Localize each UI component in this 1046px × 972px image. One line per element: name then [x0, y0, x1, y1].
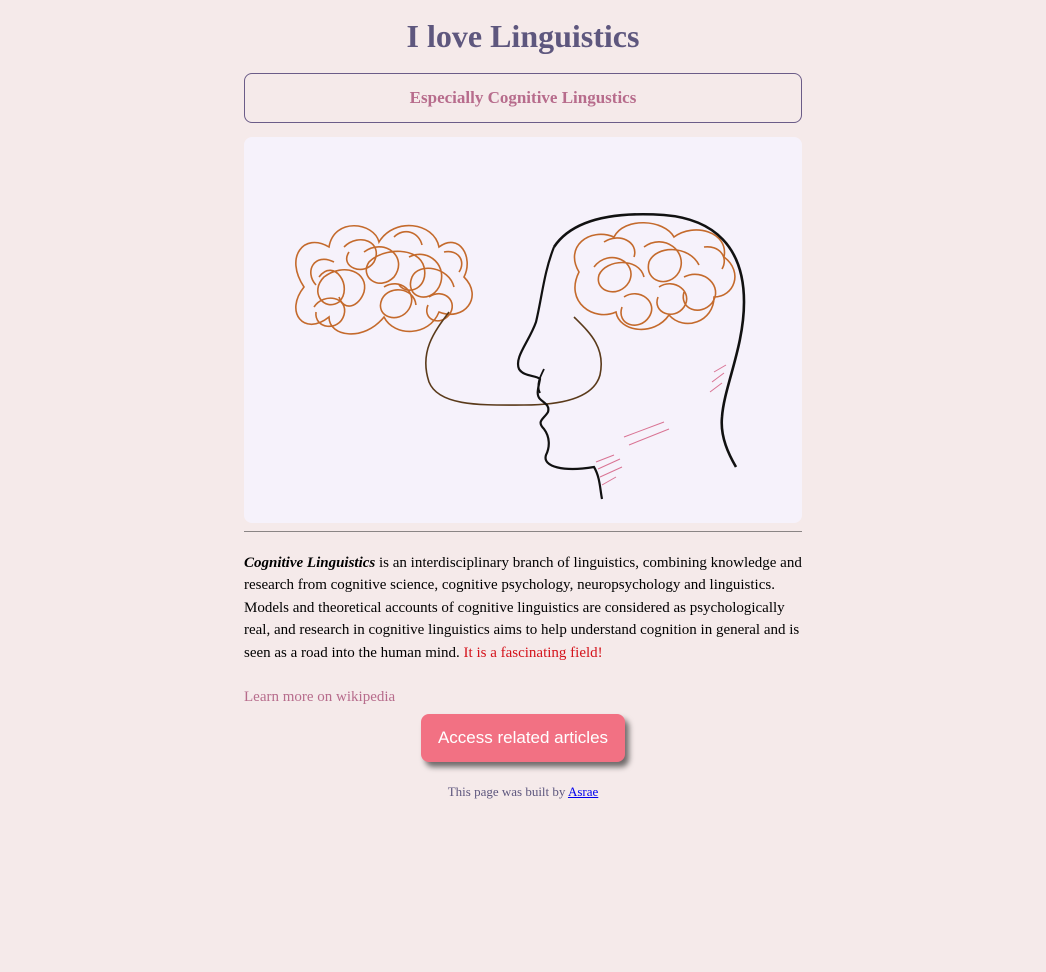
- subtitle-box: Especially Cognitive Lingustics: [244, 73, 802, 123]
- description-term: Cognitive Linguistics: [244, 555, 376, 571]
- access-articles-button[interactable]: Access related articles: [421, 714, 625, 763]
- wikipedia-link[interactable]: Learn more on wikipedia: [244, 689, 395, 705]
- description-paragraph: Cognitive Linguistics is an interdiscipl…: [244, 552, 802, 664]
- footer: This page was built by Asrae: [244, 784, 802, 800]
- description-highlight: It is a fascinating field!: [463, 644, 603, 661]
- page-title: I love Linguistics: [406, 18, 640, 54]
- learn-more-row: Learn more on wikipedia: [244, 687, 802, 707]
- head-with-tangled-brain-icon: [295, 212, 746, 500]
- footer-text: This page was built by: [447, 784, 568, 800]
- page-container: I love Linguistics Especially Cognitive …: [244, 0, 802, 800]
- cta-row: Access related articles: [244, 714, 802, 763]
- section-divider: [244, 531, 802, 532]
- cognitive-linguistics-illustration: [244, 137, 802, 523]
- author-link[interactable]: Asrae: [568, 784, 598, 799]
- page-subtitle: Especially Cognitive Lingustics: [409, 88, 637, 107]
